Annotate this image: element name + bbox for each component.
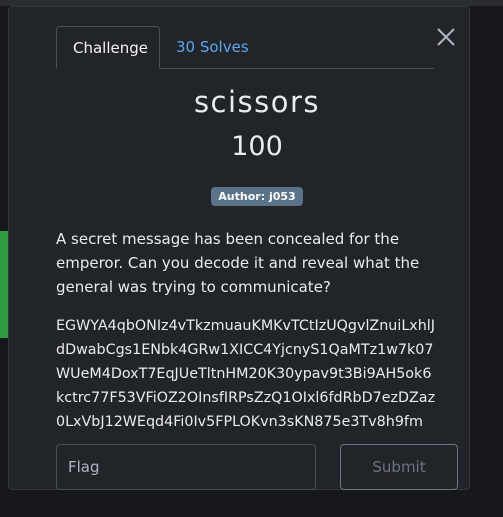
tab-solves[interactable]: 30 Solves — [160, 26, 265, 68]
ciphertext-line: kctrc77F53VFiOZ2OInsfIRPsZzQ1OIxl6fdRbD7… — [56, 390, 436, 406]
author-badge-wrap: Author: j053 — [9, 185, 503, 206]
challenge-tabs: Challenge 30 Solves — [56, 26, 434, 69]
submit-button[interactable]: Submit — [340, 444, 458, 490]
challenge-name: scissors — [193, 85, 321, 119]
ciphertext-line: WUeM4DoxT7EqJUeTltnHM20K30ypav9t3Bi9AH5o… — [56, 366, 432, 382]
author-badge: Author: j053 — [211, 187, 303, 206]
challenge-description: A secret message has been concealed for … — [56, 230, 420, 296]
close-button[interactable] — [434, 25, 458, 49]
flag-input[interactable] — [56, 444, 316, 490]
challenge-modal: Challenge 30 Solves scissors 100 Author:… — [8, 6, 470, 490]
tab-challenge[interactable]: Challenge — [56, 26, 160, 69]
ciphertext-line: dDwabCgs1ENbk4GRw1XICC4YjcnyS1QaMTz1w7k0… — [56, 342, 434, 358]
challenge-points: 100 — [231, 131, 283, 162]
ciphertext-line: 0LxVbJ12WEqd4Fi0Iv5FPLOKvn3sKN875e3Tv8h9… — [56, 414, 423, 430]
ciphertext: EGWYA4qbONIz4vTkzmuauKMKvTCtIzUQgvlZnuiL… — [56, 314, 466, 434]
close-icon — [437, 28, 455, 46]
ciphertext-line: EGWYA4qbONIz4vTkzmuauKMKvTCtIzUQgvlZnuiL… — [56, 318, 435, 334]
backdrop-solved-indicator — [0, 231, 8, 338]
